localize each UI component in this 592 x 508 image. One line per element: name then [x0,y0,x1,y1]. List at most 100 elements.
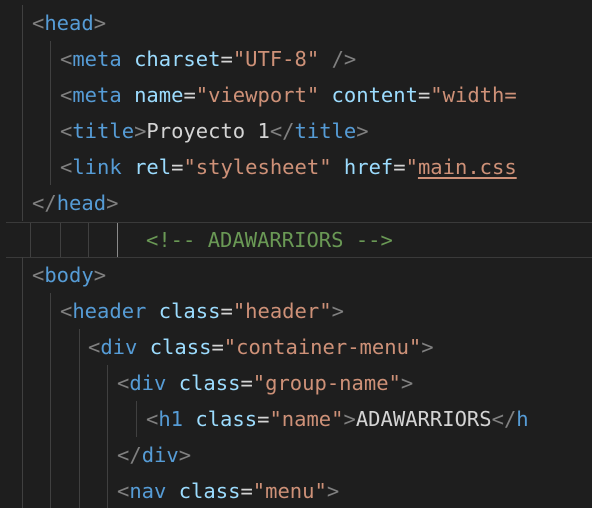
indent-guide [22,401,23,437]
code-line[interactable]: </head> [0,185,592,221]
code-text: <title>Proyecto 1</title> [60,113,369,149]
code-line[interactable]: <body> [0,257,592,293]
token-attr: class [195,407,258,431]
token-punct: > [400,371,414,395]
token-punct: < [60,155,73,179]
code-line[interactable]: <meta charset="UTF-8" /> [0,41,592,77]
indent-guide [79,473,80,508]
indent-guide [60,223,61,257]
token-tag: head [44,11,94,35]
token-punct: < [88,335,101,359]
token-punct: > [178,443,192,467]
token-tag: header [72,299,147,323]
code-text: <h1 class="name">ADAWARRIORS</h [146,401,529,437]
token-tag: h1 [158,407,184,431]
indent-guide [50,149,51,185]
code-text: <meta charset="UTF-8" /> [60,41,356,77]
token-tag: meta [72,47,122,71]
indent-guide [30,223,31,257]
token-tag: title [72,119,135,143]
indent-guide [107,473,108,508]
token-tag: head [56,191,107,215]
token-text: ADAWARRIORS [355,407,492,431]
code-text: <div class="container-menu"> [88,329,434,365]
token-str: "viewport" [195,83,320,107]
token-punct: < [117,479,130,503]
indent-guide [79,401,80,437]
token-comment: <!-- ADAWARRIORS --> [146,228,393,252]
token-eq: = [240,371,253,395]
indent-guide [50,77,51,113]
code-line[interactable]: <header class="header"> [0,293,592,329]
token-eq: = [257,407,270,431]
token-str: "group-name" [252,371,401,395]
indent-guide [79,329,80,365]
code-line[interactable]: <meta name="viewport" content="width= [0,77,592,113]
indent-guide [22,473,23,508]
indent-guide [50,437,51,473]
token-attr: href [343,155,394,179]
token-eq: = [171,155,184,179]
token-punct: < [117,371,130,395]
code-editor[interactable]: <head> <meta charset="UTF-8" /> <meta name… [0,0,592,508]
code-line[interactable]: <title>Proyecto 1</title> [0,113,592,149]
token-eq: = [211,335,224,359]
token-punct: < [32,11,45,35]
token-punct: > [421,335,434,359]
indent-guide [22,77,23,113]
indent-guide [50,293,51,329]
token-tag: body [44,263,94,287]
indent-guide [117,223,118,257]
code-line[interactable]: <head> [0,5,592,41]
token-attr: charset [134,47,221,71]
code-line[interactable]: <div class="group-name"> [0,365,592,401]
code-text: </div> [117,437,191,473]
code-text: <header class="header"> [60,293,344,329]
token-eq: = [417,83,431,107]
token-tag: div [129,371,167,395]
token-punct: < [60,83,73,107]
indent-guide [22,5,23,41]
token-link[interactable]: main.css [418,155,517,179]
token-punct: /> [331,47,357,71]
code-text: <body> [32,257,106,293]
indent-guide [88,223,89,257]
token-str: "menu" [252,479,327,503]
token-text: Proyecto 1 [146,119,270,143]
code-line[interactable]: <nav class="menu"> [0,473,592,508]
code-line[interactable]: </div> [0,437,592,473]
token-punct: > [93,263,107,287]
code-text: <link rel="stylesheet" href="main.css [60,149,517,185]
code-line[interactable]: <div class="container-menu"> [0,329,592,365]
token-punct: > [134,119,147,143]
token-attr: class [149,335,212,359]
code-line[interactable]: <!-- ADAWARRIORS --> [6,222,592,258]
token-tag: title [294,119,357,143]
indent-guide [50,473,51,508]
indent-guide [22,113,23,149]
token-eq: = [240,479,253,503]
indent-guide [22,257,23,293]
token-eq: = [220,299,233,323]
token-tag: link [72,155,122,179]
token-punct: > [331,299,344,323]
indent-guide [50,401,51,437]
code-line[interactable]: <link rel="stylesheet" href="main.css [0,149,592,185]
code-line[interactable]: <h1 class="name">ADAWARRIORS</h [0,401,592,437]
token-str: "container-menu" [223,335,422,359]
token-punct: > [326,479,340,503]
token-str: "width= [430,83,517,107]
token-attr: class [158,299,221,323]
code-text: <head> [32,5,106,41]
token-punct: </ [491,407,517,431]
token-attr: rel [134,155,172,179]
token-punct: </ [269,119,295,143]
token-attr: name [134,83,184,107]
code-text: </head> [32,185,118,221]
indent-guide [107,437,108,473]
